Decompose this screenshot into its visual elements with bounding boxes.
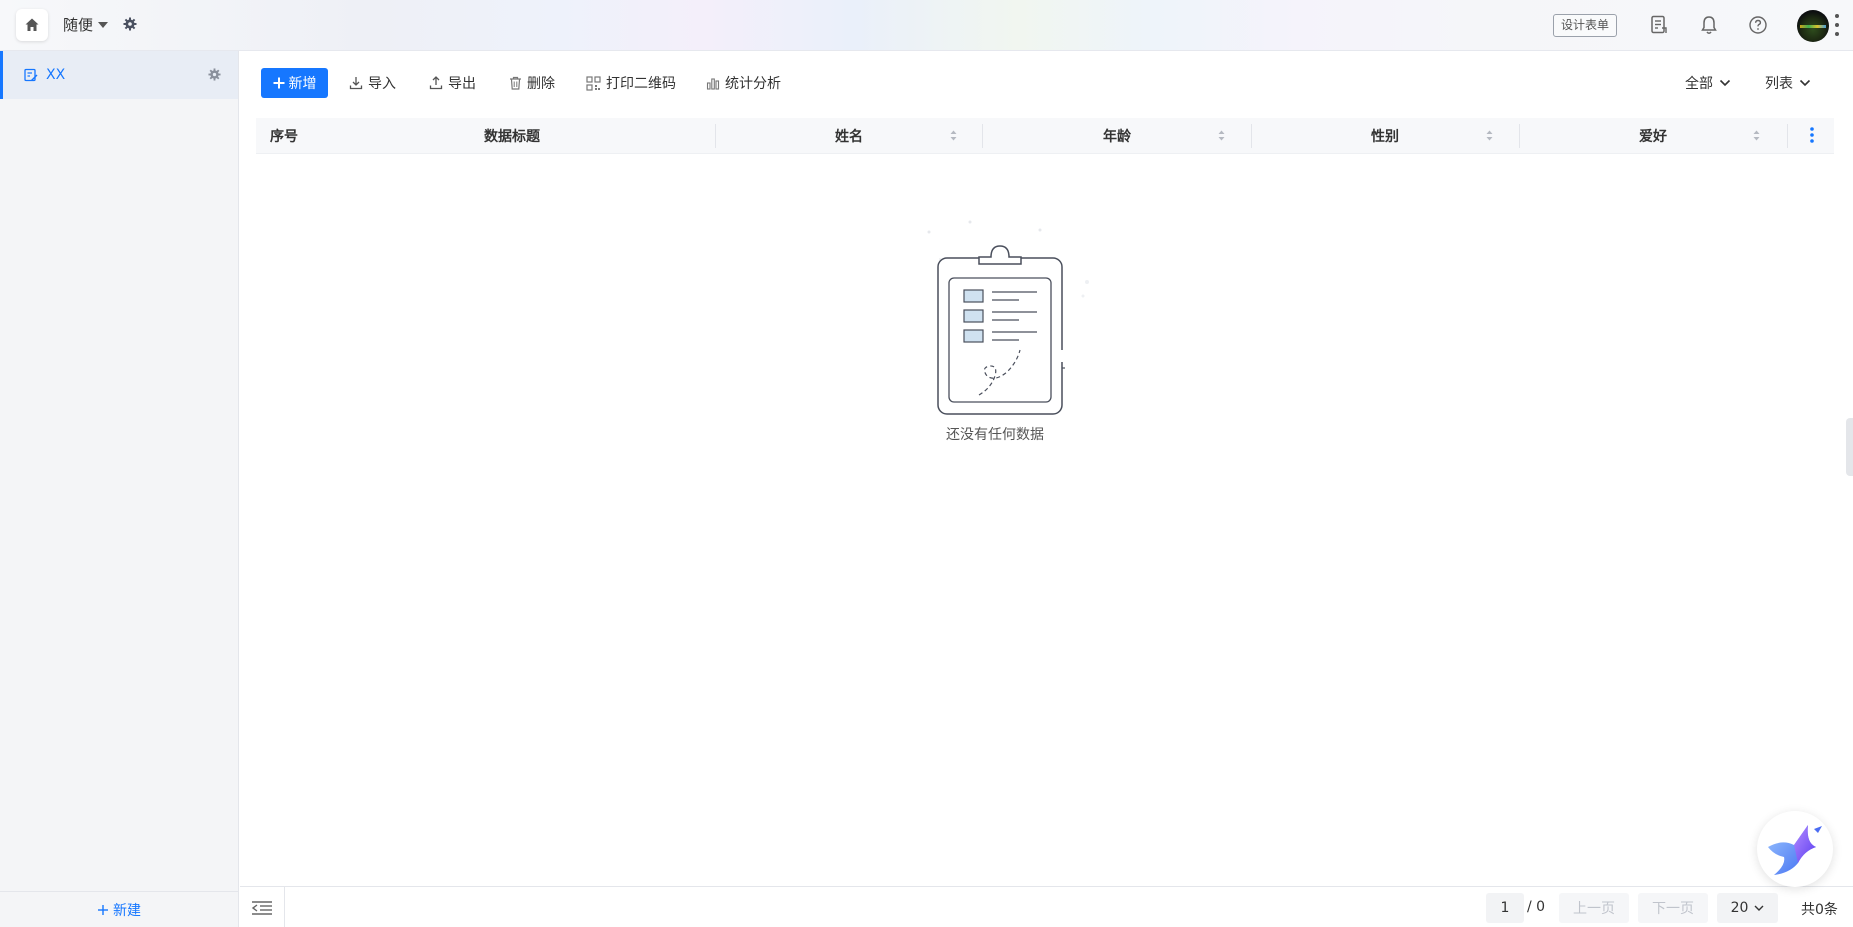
- print-qr-label: 打印二维码: [606, 76, 676, 92]
- export-label: 导出: [448, 76, 476, 92]
- column-divider: [1519, 124, 1520, 148]
- chevron-down-icon: [1754, 905, 1764, 912]
- empty-state-text: 还没有任何数据: [946, 427, 1044, 443]
- table-header: 序号 数据标题 姓名 年龄 性别 爱好: [256, 118, 1834, 154]
- page-number-input[interactable]: [1486, 893, 1524, 923]
- help-icon[interactable]: [1748, 15, 1768, 35]
- column-divider: [715, 124, 716, 148]
- stats-button[interactable]: 统计分析: [706, 72, 781, 94]
- column-divider: [982, 124, 983, 148]
- form-edit-icon: [24, 68, 38, 82]
- column-header-title[interactable]: 数据标题: [484, 118, 540, 154]
- home-button[interactable]: [16, 9, 48, 41]
- bird-logo-icon: [1764, 821, 1826, 877]
- app-switcher[interactable]: 随便: [63, 14, 109, 35]
- column-header-index: 序号: [270, 129, 298, 145]
- gear-icon[interactable]: [208, 68, 221, 81]
- prev-page-button[interactable]: 上一页: [1559, 893, 1629, 923]
- chevron-down-icon: [1719, 79, 1731, 87]
- form-doc-icon[interactable]: [1650, 15, 1668, 35]
- caret-down-icon: [98, 21, 109, 29]
- page-size-select[interactable]: 20: [1717, 893, 1778, 923]
- bar-chart-icon: [706, 76, 720, 90]
- column-divider: [1787, 124, 1788, 148]
- stats-label: 统计分析: [725, 76, 781, 92]
- new-form-button[interactable]: 新建: [0, 891, 238, 927]
- side-drawer-handle[interactable]: [1846, 418, 1853, 476]
- column-header-age[interactable]: 年龄: [1103, 118, 1131, 154]
- sort-icon[interactable]: [1486, 130, 1493, 141]
- footer-bar: / 0 上一页 下一页 20 共0条: [240, 886, 1853, 927]
- delete-label: 删除: [527, 76, 555, 92]
- sort-icon[interactable]: [950, 130, 957, 141]
- page-total: / 0: [1527, 899, 1546, 915]
- page-size-value: 20: [1730, 900, 1749, 916]
- more-vertical-icon[interactable]: [1834, 12, 1840, 38]
- import-button[interactable]: 导入: [349, 72, 396, 94]
- new-form-label: 新建: [113, 902, 141, 919]
- trash-icon: [509, 76, 522, 90]
- column-header-name[interactable]: 姓名: [835, 118, 863, 154]
- app-name: 随便: [63, 16, 94, 34]
- import-label: 导入: [368, 76, 396, 92]
- collapse-menu-icon: [251, 900, 273, 916]
- collapse-sidebar-button[interactable]: [240, 887, 285, 927]
- sidebar-item-xx[interactable]: XX: [0, 51, 238, 99]
- sort-icon[interactable]: [1218, 130, 1225, 141]
- filter-select[interactable]: 全部: [1685, 72, 1731, 94]
- export-button[interactable]: 导出: [429, 72, 476, 94]
- view-mode-select[interactable]: 列表: [1765, 72, 1811, 94]
- qrcode-icon: [586, 75, 601, 91]
- top-bar: 随便 设计表单: [0, 0, 1853, 51]
- add-record-button[interactable]: 新增: [261, 68, 328, 98]
- filter-value: 全部: [1685, 76, 1713, 92]
- next-page-button[interactable]: 下一页: [1638, 893, 1708, 923]
- total-count: 共0条: [1801, 902, 1838, 918]
- print-qr-button[interactable]: 打印二维码: [586, 72, 676, 94]
- avatar[interactable]: [1797, 10, 1829, 42]
- chevron-down-icon: [1799, 79, 1811, 87]
- view-mode-value: 列表: [1765, 76, 1793, 92]
- plus-icon: [273, 77, 285, 89]
- assistant-button[interactable]: [1757, 811, 1833, 887]
- download-icon: [349, 76, 363, 90]
- home-icon: [24, 17, 40, 33]
- gear-icon[interactable]: [123, 17, 137, 31]
- delete-button[interactable]: 删除: [509, 72, 555, 94]
- upload-icon: [429, 76, 443, 90]
- column-settings-icon[interactable]: [1809, 126, 1815, 144]
- sidebar: XX 新建: [0, 51, 239, 927]
- design-form-button[interactable]: 设计表单: [1553, 14, 1618, 37]
- sort-icon[interactable]: [1753, 130, 1760, 141]
- add-record-label: 新增: [288, 76, 317, 92]
- plus-icon: [97, 904, 109, 916]
- column-header-gender[interactable]: 性别: [1371, 118, 1399, 154]
- sidebar-item-label: XX: [46, 67, 66, 83]
- bell-icon[interactable]: [1700, 15, 1718, 35]
- column-divider: [1251, 124, 1252, 148]
- column-header-hobby[interactable]: 爱好: [1639, 118, 1667, 154]
- empty-clipboard-icon: [925, 210, 1095, 420]
